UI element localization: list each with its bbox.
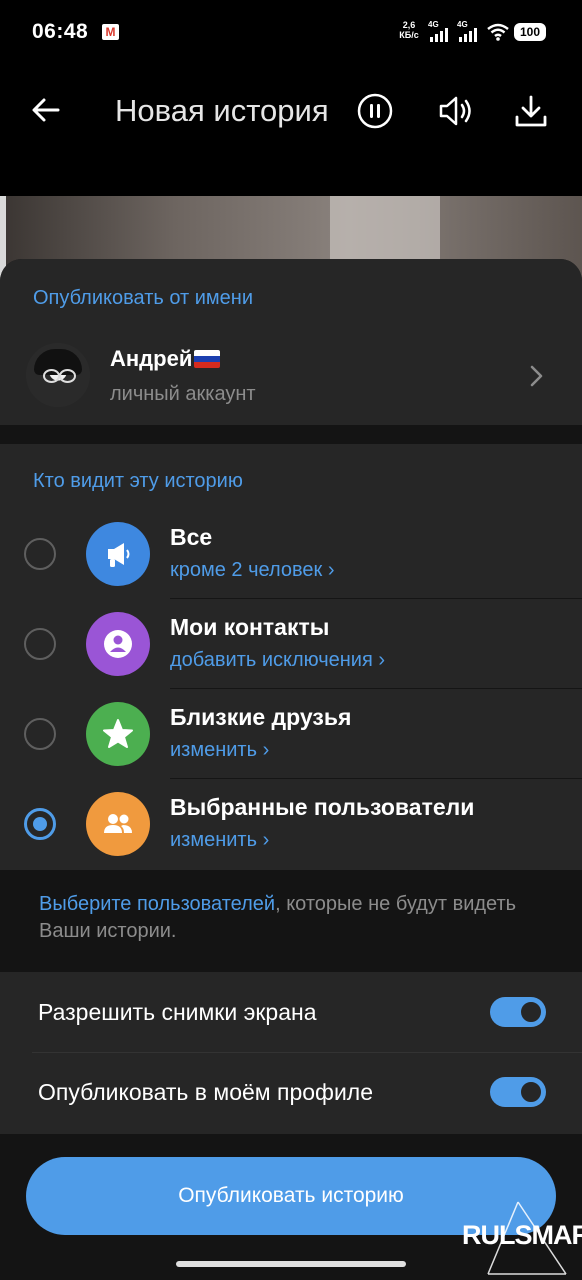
allow-screenshots-toggle[interactable] [490,997,546,1027]
account-type: личный аккаунт [110,383,256,405]
option-label: Близкие друзья [170,704,352,730]
option-sub[interactable]: добавить исключения › [170,649,385,672]
audience-option-close-friends[interactable]: Близкие друзья изменить › [0,689,582,779]
option-sub[interactable]: изменить › [170,829,269,852]
avatar [26,343,90,407]
settings-card: Разрешить снимки экрана Опубликовать в м… [0,972,582,1134]
megaphone-icon [86,522,150,586]
signal-icon-2: 4G [457,20,481,42]
network-speed: 2,6 КБ/с [397,20,421,40]
home-indicator[interactable] [176,1261,406,1267]
status-bar: 06:48 M 2,6 КБ/с 4G 4G 100 [0,0,582,64]
back-arrow-icon[interactable] [28,92,64,128]
select-users-link[interactable]: Выберите пользователей [39,893,275,915]
option-label: Выбранные пользователи [170,794,475,820]
exclusion-note: Выберите пользователей, которые не будут… [39,891,539,945]
russia-flag-icon [194,350,221,368]
option-sub[interactable]: кроме 2 человек › [170,559,335,582]
wifi-icon [487,23,509,41]
watermark: RULSMART [462,1220,582,1250]
option-label: Мои контакты [170,614,330,640]
option-sub[interactable]: изменить › [170,739,269,762]
publish-as-card: Опубликовать от имени Андрей личный акка… [0,259,582,425]
option-sub-text: добавить исключения [170,649,373,671]
download-icon[interactable] [512,92,550,130]
allow-screenshots-label: Разрешить снимки экрана [38,999,317,1025]
signal-icon: 4G [428,20,452,42]
pause-icon[interactable] [356,92,394,130]
battery-icon: 100 [514,23,546,41]
option-sub-text: изменить [170,739,258,761]
account-name-text: Андрей [110,346,193,371]
chevron-right-icon[interactable] [526,363,546,389]
audience-option-selected-users[interactable]: Выбранные пользователи изменить › [0,779,582,869]
audience-card: Кто видит эту историю Все кроме 2 челове… [0,444,582,870]
option-sub-text: кроме 2 человек [170,559,323,581]
audience-option-all[interactable]: Все кроме 2 человек › [0,509,582,599]
audience-option-contacts[interactable]: Мои контакты добавить исключения › [0,599,582,689]
network-speed-value: 2,6 [402,20,416,30]
radio-button-selected[interactable] [24,808,56,840]
gmail-icon: M [102,24,119,40]
volume-icon[interactable] [436,92,476,130]
post-to-profile-label: Опубликовать в моём профиле [38,1079,374,1105]
account-name[interactable]: Андрей [110,346,221,372]
clock: 06:48 [32,20,89,43]
contact-icon [86,612,150,676]
network-speed-unit: КБ/с [399,30,419,40]
radio-button[interactable] [24,628,56,660]
radio-button[interactable] [24,718,56,750]
star-icon [86,702,150,766]
page-title: Новая история [115,93,329,128]
option-label: Все [170,524,213,550]
radio-button[interactable] [24,538,56,570]
publish-as-header: Опубликовать от имени [33,287,253,309]
group-icon [86,792,150,856]
option-sub-text: изменить [170,829,258,851]
audience-header: Кто видит эту историю [33,470,243,492]
story-settings-sheet: Опубликовать от имени Андрей личный акка… [0,259,582,1280]
post-to-profile-toggle[interactable] [490,1077,546,1107]
